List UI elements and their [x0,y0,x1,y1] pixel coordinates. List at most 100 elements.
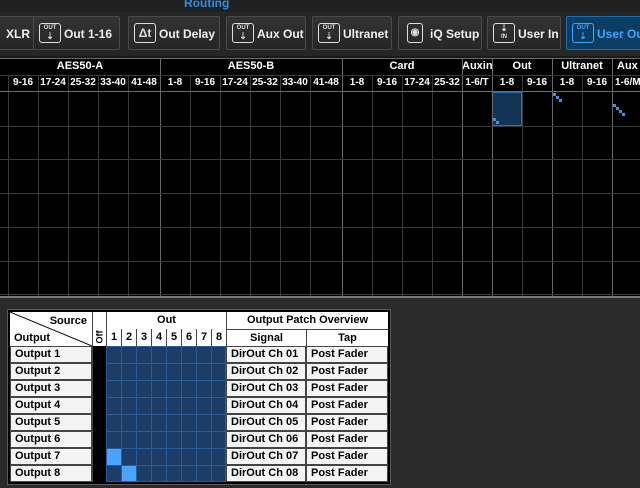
corner-header: Source Output [10,312,92,346]
group-header-ultranet: Ultranet [561,60,603,72]
tap-cell: Post Fader [306,448,388,465]
col-header: 9-16 [586,77,607,88]
col-header: 25-32 [434,77,460,88]
grid-line [612,58,613,298]
col-header: 1-6/M [615,77,640,88]
tab-out-1-16[interactable]: OUT ⇣ Out 1-16 [33,16,120,50]
col-header: 41-48 [131,77,157,88]
out-icon: OUT ⇣ [318,23,340,43]
grid-line [68,75,69,298]
tap-cell: Post Fader [306,431,388,448]
col-number: 5 [166,329,181,346]
grid-line [128,75,129,298]
col-header: 1-6/T [465,77,489,88]
grid-line [220,75,221,298]
tab-iq-setup[interactable]: ◉ iQ Setup [398,16,482,50]
page-title: Routing [184,0,230,10]
tap-cell: Post Fader [306,397,388,414]
col-header: 9-16 [194,77,215,88]
table-row-output: Output 4 [10,397,92,414]
tap-cell: Post Fader [306,380,388,397]
tab-xlr[interactable]: XLR [0,16,36,50]
grid-line [250,75,251,298]
tab-user-out[interactable]: OUT⇣ User Out [566,16,640,50]
col-header: 1-8 [499,77,515,88]
tap-cell: Post Fader [306,346,388,363]
grid-line [0,261,640,262]
tap-header: Tap [306,329,388,346]
col-header: 17-24 [222,77,248,88]
grid-line [0,126,640,127]
tab-label: Ultranet [343,27,389,41]
col-header: 9-16 [12,77,33,88]
output-patch-overview: Source Output Off Out Output Patch Overv… [7,309,391,485]
grid-line [492,58,493,298]
group-header-auxin: Auxin [462,60,493,72]
tab-out-delay[interactable]: Δt Out Delay [128,16,220,50]
out-icon: OUT ⇣ [572,23,594,43]
signal-header: Signal [226,329,306,346]
grid-line [280,75,281,298]
tab-ultranet[interactable]: OUT ⇣ Ultranet [312,16,392,50]
col-header: 25-32 [70,77,96,88]
grid-line [106,397,226,398]
tab-aux-out[interactable]: OUT ⇣ Aux Out [226,16,306,50]
out-header: Out [106,312,226,329]
grid-line [0,193,640,194]
group-header-aes50-a: AES50-A [56,60,104,72]
tab-user-in[interactable]: ⇣ IN User In [487,16,561,50]
table-row-output: Output 7 [10,448,92,465]
grid-line [0,159,640,160]
grid-line [0,294,640,295]
col-number: 2 [121,329,136,346]
signal-cell: DirOut Ch 06 [226,431,306,448]
patch-cell[interactable] [559,99,562,102]
tap-cell: Post Fader [306,465,388,482]
patch-cell[interactable] [496,121,499,124]
tab-label: XLR [6,27,30,41]
patch-cell-output7-col1[interactable] [107,449,121,465]
grid-line [432,75,433,298]
col-number: 8 [211,329,226,346]
delay-icon: Δt [134,23,156,43]
grid-line [8,75,9,298]
grid-line [462,58,463,298]
col-header: 33-40 [100,77,126,88]
col-number: 4 [151,329,166,346]
title-bar: Routing [0,0,640,12]
tap-cell: Post Fader [306,363,388,380]
col-header: 9-16 [376,77,397,88]
off-column[interactable] [92,346,106,482]
signal-cell: DirOut Ch 04 [226,397,306,414]
speaker-icon: ◉ [407,23,423,43]
tab-label: Out Delay [159,27,216,41]
grid-line [160,58,161,298]
table-row-output: Output 3 [10,380,92,397]
signal-cell: DirOut Ch 05 [226,414,306,431]
signal-cell: DirOut Ch 08 [226,465,306,482]
col-header: 1-8 [559,77,575,88]
off-label: Off [94,330,105,344]
grid-line [106,431,226,432]
tab-label: User Out [597,27,640,41]
patch-overview-title: Output Patch Overview [226,312,388,329]
grid-line [0,75,640,76]
tap-cell: Post Fader [306,414,388,431]
col-number: 3 [136,329,151,346]
grid-line [106,448,226,449]
signal-cell: DirOut Ch 02 [226,363,306,380]
col-number: 6 [181,329,196,346]
col-header: 1-8 [349,77,365,88]
grid-line [372,75,373,298]
grid-line [190,75,191,298]
patch-cell[interactable] [622,113,625,116]
in-icon: ⇣ IN [493,23,515,43]
grid-line [106,380,226,381]
patch-cell-output8-col2[interactable] [122,466,136,481]
off-header: Off [92,312,106,346]
group-header-aes50-b: AES50-B [227,60,275,72]
group-header-aux: Aux [617,60,638,72]
routing-matrix[interactable]: AES50-A AES50-B Card Auxin Out Ultranet … [0,58,640,298]
grid-line [582,75,583,298]
grid-line [98,75,99,298]
